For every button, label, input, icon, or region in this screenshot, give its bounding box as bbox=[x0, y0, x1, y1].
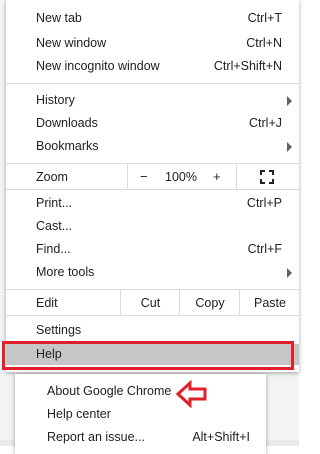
paste-label: Paste bbox=[254, 296, 286, 310]
submenu-item-label: Help center bbox=[47, 407, 111, 421]
menu-item-label: History bbox=[36, 93, 75, 107]
menu-separator bbox=[6, 315, 299, 316]
menu-item-cast[interactable]: Cast... bbox=[6, 216, 299, 238]
copy-label: Copy bbox=[195, 296, 225, 310]
help-submenu: About Google Chrome Help center Report a… bbox=[15, 374, 266, 454]
menu-item-shortcut: Ctrl+T bbox=[247, 11, 282, 25]
submenu-item-shortcut: Alt+Shift+I bbox=[192, 430, 250, 444]
menu-item-shortcut: Ctrl+J bbox=[249, 116, 282, 130]
menu-item-label: Settings bbox=[36, 323, 82, 337]
menu-item-new-window[interactable]: New window Ctrl+N bbox=[6, 33, 299, 55]
cut-label: Cut bbox=[140, 296, 161, 310]
help-highlight-outline bbox=[2, 341, 294, 370]
menu-separator bbox=[6, 83, 299, 84]
red-arrow-pointer-icon bbox=[176, 380, 207, 408]
zoom-label: Zoom bbox=[36, 170, 68, 184]
menu-item-more-tools[interactable]: More tools bbox=[6, 262, 299, 284]
zoom-row: Zoom − 100% + bbox=[6, 164, 299, 189]
submenu-item-label: Report an issue... bbox=[47, 430, 145, 444]
copy-button[interactable]: Copy bbox=[179, 290, 240, 315]
zoom-level: 100% bbox=[165, 170, 197, 184]
menu-item-label: More tools bbox=[36, 265, 95, 279]
menu-item-label: Cast... bbox=[36, 219, 73, 233]
menu-item-label: New incognito window bbox=[36, 59, 160, 73]
edit-row: Edit Cut Copy Paste bbox=[6, 290, 299, 315]
menu-item-label: New window bbox=[36, 36, 107, 50]
menu-item-shortcut: Ctrl+P bbox=[246, 196, 282, 210]
zoom-in-button[interactable]: + bbox=[213, 169, 221, 184]
menu-item-print[interactable]: Print... Ctrl+P bbox=[6, 193, 299, 215]
paste-button[interactable]: Paste bbox=[239, 290, 300, 315]
menu-item-settings[interactable]: Settings bbox=[6, 320, 299, 342]
menu-item-new-incognito-window[interactable]: New incognito window Ctrl+Shift+N bbox=[6, 56, 299, 78]
menu-item-shortcut: Ctrl+Shift+N bbox=[213, 59, 282, 73]
zoom-out-button[interactable]: − bbox=[140, 169, 148, 184]
fullscreen-icon[interactable] bbox=[260, 170, 274, 184]
submenu-arrow-icon bbox=[287, 142, 292, 152]
chrome-main-menu: New tab Ctrl+T New window Ctrl+N New inc… bbox=[6, 0, 299, 372]
submenu-arrow-icon bbox=[287, 96, 292, 106]
menu-item-find[interactable]: Find... Ctrl+F bbox=[6, 239, 299, 261]
submenu-arrow-icon bbox=[287, 268, 292, 278]
menu-item-shortcut: Ctrl+N bbox=[246, 36, 282, 50]
menu-item-bookmarks[interactable]: Bookmarks bbox=[6, 136, 299, 158]
menu-item-label: Bookmarks bbox=[36, 139, 99, 153]
menu-item-new-tab[interactable]: New tab Ctrl+T bbox=[6, 8, 299, 30]
menu-item-downloads[interactable]: Downloads Ctrl+J bbox=[6, 113, 299, 135]
edit-label: Edit bbox=[36, 296, 58, 310]
menu-item-label: Downloads bbox=[36, 116, 98, 130]
submenu-item-about-google-chrome[interactable]: About Google Chrome bbox=[15, 381, 266, 403]
menu-item-label: New tab bbox=[36, 11, 82, 25]
menu-item-label: Find... bbox=[36, 242, 71, 256]
menu-item-shortcut: Ctrl+F bbox=[247, 242, 282, 256]
menu-separator bbox=[6, 189, 299, 190]
cut-button[interactable]: Cut bbox=[120, 290, 180, 315]
submenu-item-help-center[interactable]: Help center bbox=[15, 404, 266, 426]
submenu-item-label: About Google Chrome bbox=[47, 384, 172, 398]
menu-item-history[interactable]: History bbox=[6, 90, 299, 112]
menu-item-label: Print... bbox=[36, 196, 73, 210]
